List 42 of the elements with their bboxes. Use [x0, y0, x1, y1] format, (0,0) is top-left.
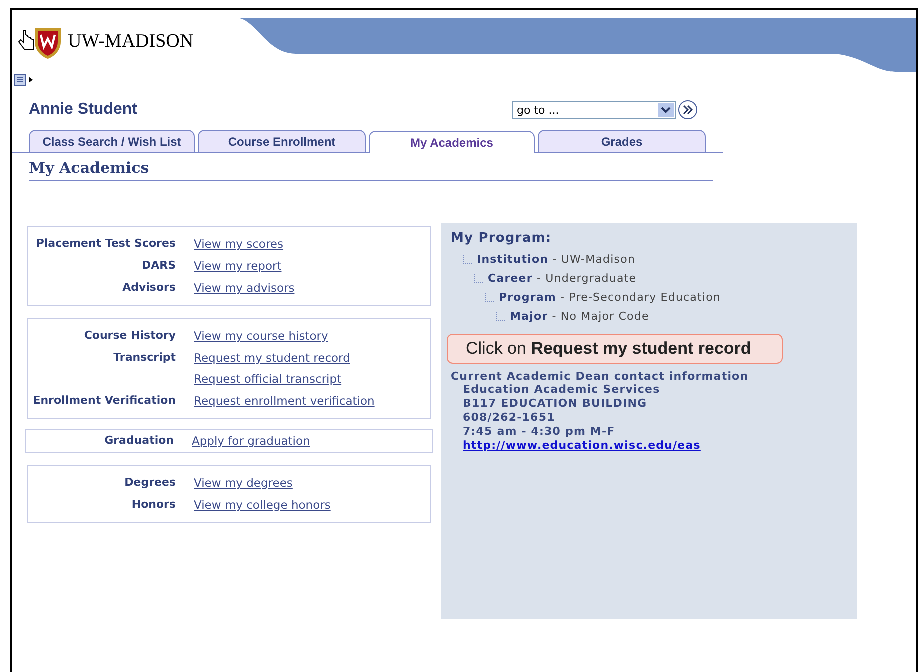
row-label: Advisors: [122, 281, 177, 294]
page-title: My Academics: [29, 153, 713, 181]
chevron-down-icon: [658, 103, 674, 117]
link[interactable]: View my college honors: [194, 498, 331, 512]
row-label: Transcript: [112, 351, 177, 364]
row-label: Honors: [130, 498, 177, 511]
tree-node-label: Career - Undergraduate: [488, 272, 637, 285]
row-label: Enrollment Verification: [32, 394, 177, 407]
contact-heading: Current Academic Dean contact information: [451, 370, 750, 383]
link[interactable]: Request official transcript: [194, 372, 350, 386]
link[interactable]: View my degrees: [194, 476, 293, 490]
tree-node-label: Institution - UW-Madison: [477, 253, 636, 266]
contact-line: B117 EDUCATION BUILDING: [463, 397, 648, 411]
callout-text: Click on Request my student record: [466, 339, 752, 359]
link[interactable]: Request my student record: [194, 351, 350, 365]
tab[interactable]: Grades: [538, 130, 706, 152]
tab[interactable]: Course Enrollment: [198, 130, 366, 152]
row-label: Graduation: [104, 434, 175, 447]
link[interactable]: View my course history: [194, 329, 328, 343]
menu-icon[interactable]: [14, 74, 34, 86]
student-name: Annie Student: [29, 101, 138, 119]
link[interactable]: View my advisors: [194, 281, 295, 295]
row-label: Placement Test Scores: [35, 237, 177, 250]
tab[interactable]: My Academics: [369, 131, 535, 153]
tab[interactable]: Class Search / Wish List: [29, 130, 195, 152]
goto-dropdown[interactable]: go to ...: [512, 101, 676, 119]
website-link[interactable]: http://www.education.wisc.edu/eas: [463, 439, 847, 452]
program-heading: My Program:: [451, 231, 553, 246]
link[interactable]: View my report: [194, 259, 282, 273]
row-label: Degrees: [124, 476, 177, 489]
link[interactable]: Request enrollment verification: [194, 394, 375, 408]
row-label: DARS: [140, 259, 177, 272]
tree-node-label: Major - No Major Code: [510, 310, 650, 323]
go-button[interactable]: [678, 100, 698, 120]
row-label: Course History: [83, 329, 177, 342]
link[interactable]: View my scores: [194, 237, 284, 251]
contact-line: 608/262-1651: [463, 411, 556, 425]
contact-line: 7:45 am - 4:30 pm M-F: [463, 425, 616, 439]
link[interactable]: Apply for graduation: [192, 434, 310, 448]
tree-node-label: Program - Pre-Secondary Education: [499, 291, 721, 304]
logo-text: UW-MADISON: [68, 31, 194, 53]
contact-line: Education Academic Services: [463, 383, 662, 397]
